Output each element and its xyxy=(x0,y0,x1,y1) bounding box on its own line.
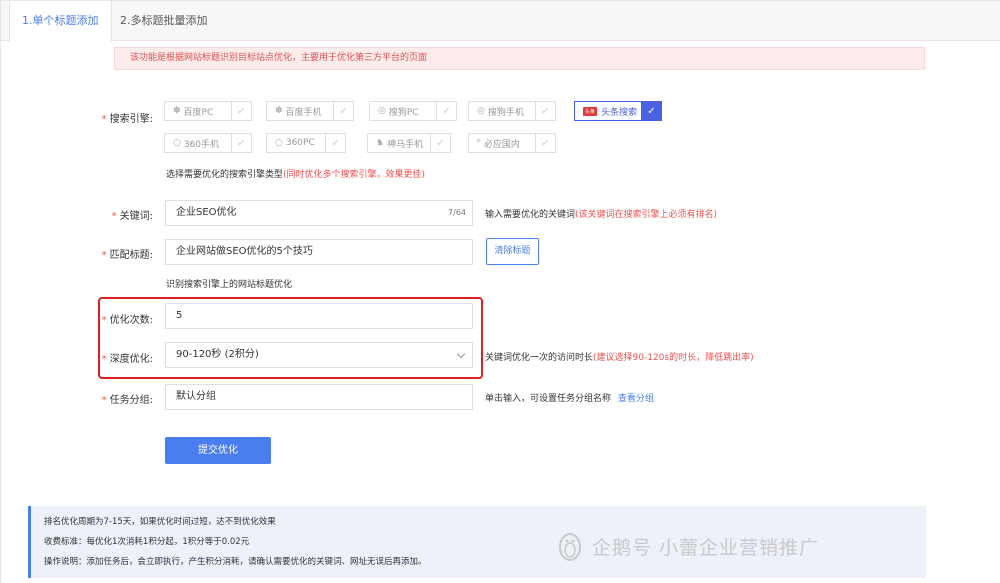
main-panel: 1.单个标题添加 2.多标题批量添加 该功能是根据网站标题识别目标站点优化，主要… xyxy=(0,0,1000,583)
view-groups-link[interactable]: 查看分组 xyxy=(618,394,654,404)
title-label: * 匹配标题: xyxy=(101,250,153,261)
info-line: 排名优化周期为7-15天，如果优化时间过短，达不到优化效果 xyxy=(44,517,276,527)
engine-360-pc[interactable]: ○ 360PC ✓ xyxy=(266,133,346,153)
check-icon: ✓ xyxy=(325,134,345,152)
check-icon: ✓ xyxy=(535,102,555,120)
baidu-icon: ✽ xyxy=(275,106,283,116)
engine-baidu-mobile[interactable]: ✽ 百度手机 ✓ xyxy=(266,101,354,121)
engine-toutiao[interactable]: 头条 头条搜索 ✓ xyxy=(574,101,662,121)
sogou-icon: ◎ xyxy=(477,106,485,116)
notice-banner: 该功能是根据网站标题识别目标站点优化，主要用于优化第三方平台的页面 xyxy=(114,47,925,70)
tab-single-title[interactable]: 1.单个标题添加 xyxy=(9,1,112,42)
bing-icon: ᵇ xyxy=(477,138,481,148)
keyword-label: * 关键词: xyxy=(111,211,153,222)
engine-baidu-pc[interactable]: ✽ 百度PC ✓ xyxy=(164,101,252,121)
engine-sogou-mobile[interactable]: ◎ 搜狗手机 ✓ xyxy=(468,101,556,121)
info-line: 收费标准：每优化1次消耗1积分起，1积分等于0.02元 xyxy=(44,537,250,547)
title-hint: 识别搜索引擎上的网站标题优化 xyxy=(166,280,293,290)
tab-batch-titles[interactable]: 2.多标题批量添加 xyxy=(108,1,220,41)
highlight-box xyxy=(98,297,483,379)
clear-title-button[interactable]: 清除标题 xyxy=(486,238,539,265)
info-line: 操作说明：添加任务后，会立即执行，产生积分消耗，请确认需要优化的关键词、网址无误… xyxy=(44,557,427,567)
engine-sogou-pc[interactable]: ◎ 搜狗PC ✓ xyxy=(369,101,457,121)
check-icon: ✓ xyxy=(436,102,456,120)
depth-hint: 关键词优化一次的访问时长(建议选择90-120s的时长，降低跳出率) xyxy=(485,353,754,363)
check-icon: ✓ xyxy=(231,134,251,152)
engines-hint: 选择需要优化的搜索引擎类型(同时优化多个搜索引擎，效果更佳) xyxy=(166,170,426,180)
title-input[interactable]: 企业网站做SEO优化的5个技巧 xyxy=(165,239,473,265)
penguin-icon xyxy=(559,533,581,561)
check-icon: ✓ xyxy=(641,102,661,120)
check-icon: ✓ xyxy=(535,134,555,152)
group-label: * 任务分组: xyxy=(101,395,153,406)
check-icon: ✓ xyxy=(333,102,353,120)
engine-360-mobile[interactable]: ○ 360手机 ✓ xyxy=(164,133,252,153)
baidu-icon: ✽ xyxy=(173,106,181,116)
check-icon: ✓ xyxy=(231,102,251,120)
360-icon: ○ xyxy=(173,138,181,148)
check-icon: ✓ xyxy=(430,134,450,152)
watermark: 企鹅号 小蕾企业营销推广 xyxy=(556,529,819,563)
engine-bing-cn[interactable]: ᵇ 必应国内 ✓ xyxy=(468,133,556,153)
engines-label: * 搜索引擎: xyxy=(101,114,153,125)
engine-shenma-mobile[interactable]: ♞ 神马手机 ✓ xyxy=(367,133,451,153)
toutiao-icon: 头条 xyxy=(583,106,598,116)
tab-bar: 1.单个标题添加 2.多标题批量添加 xyxy=(1,1,1000,42)
keyword-char-count: 7/64 xyxy=(448,208,466,217)
group-input[interactable]: 默认分组 xyxy=(165,384,473,410)
group-hint: 单击输入，可设置任务分组名称 查看分组 xyxy=(485,394,654,404)
submit-button[interactable]: 提交优化 xyxy=(165,437,271,464)
shenma-icon: ♞ xyxy=(376,138,385,148)
keyword-input[interactable]: 企业SEO优化 7/64 xyxy=(165,200,473,226)
sogou-icon: ◎ xyxy=(378,106,386,116)
keyword-hint: 输入需要优化的关键词(该关键词在搜索引擎上必须有排名) xyxy=(485,210,718,220)
360-icon: ○ xyxy=(275,138,283,148)
